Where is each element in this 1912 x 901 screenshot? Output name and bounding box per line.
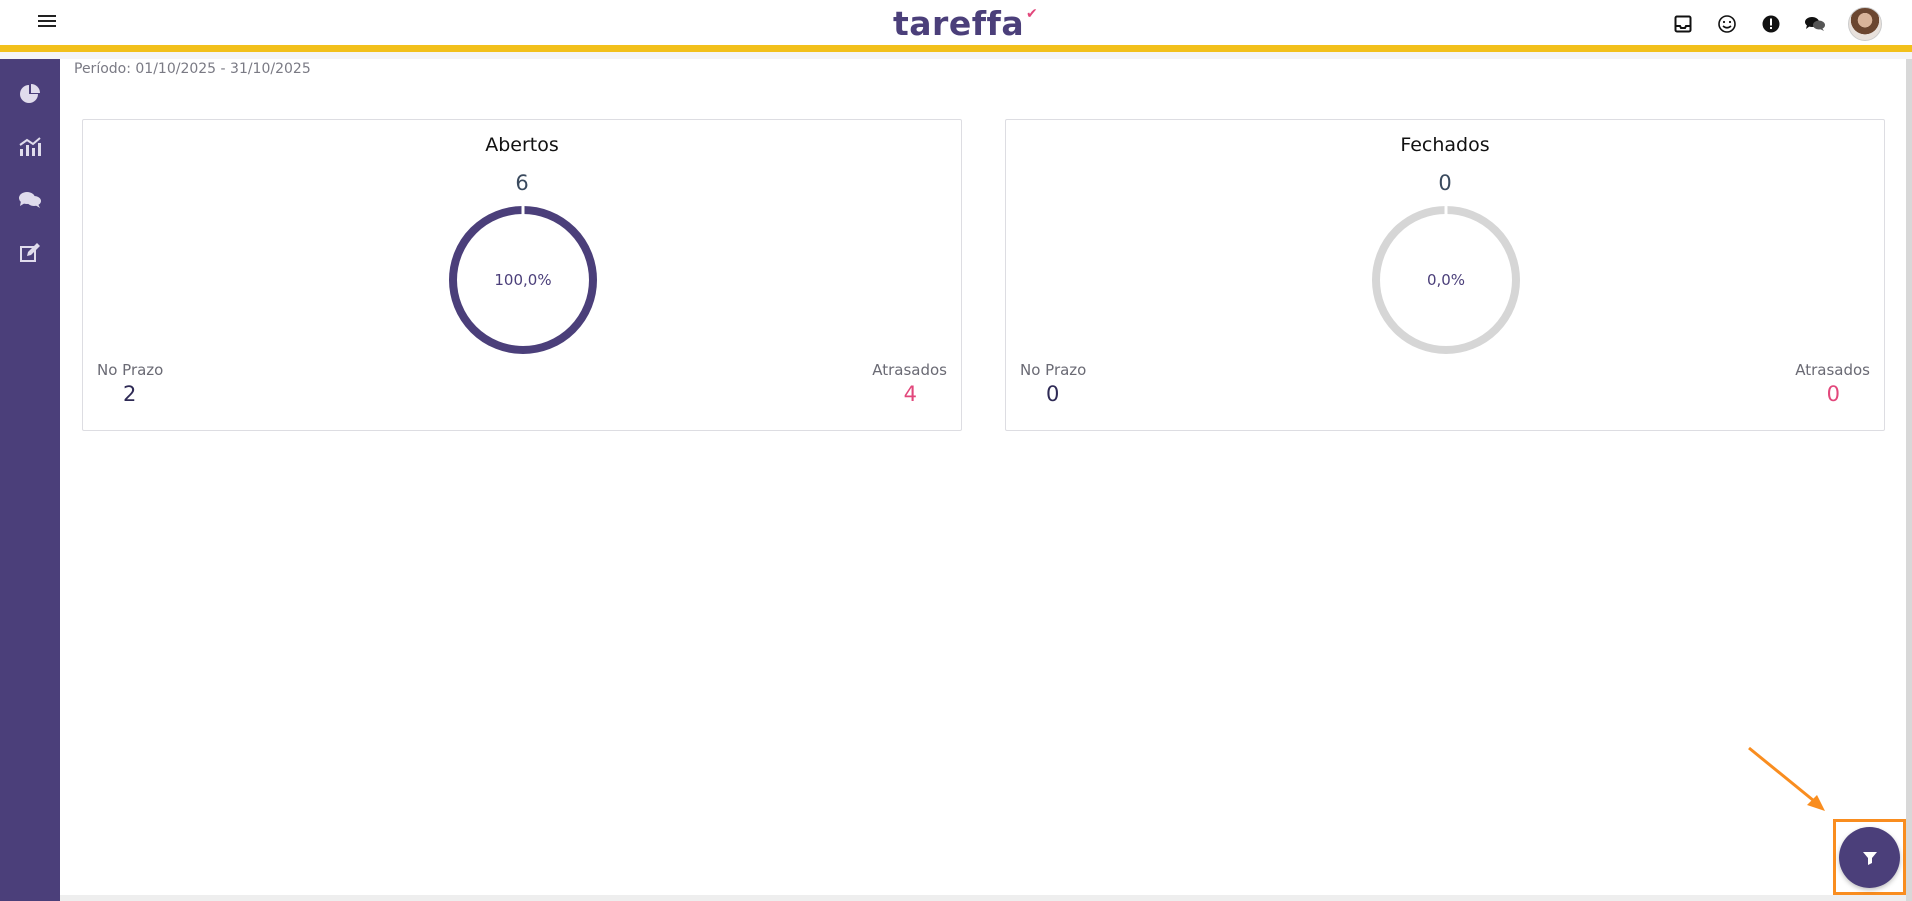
page-scrollbar[interactable] xyxy=(1906,59,1912,901)
late-value[interactable]: 0 xyxy=(1827,382,1840,406)
period-label: Período: 01/10/2025 - 31/10/2025 xyxy=(74,61,311,77)
card-total: 6 xyxy=(515,171,529,195)
user-avatar[interactable] xyxy=(1848,7,1882,41)
top-bar: tareffa ✔ xyxy=(0,0,1912,52)
filter-icon xyxy=(1862,851,1877,865)
smile-icon[interactable] xyxy=(1716,13,1738,35)
donut-percent: 0,0% xyxy=(1426,271,1466,289)
tareffa-logo[interactable]: tareffa ✔ xyxy=(893,4,1038,43)
chat-bubbles-icon xyxy=(19,191,41,208)
card-title: Fechados xyxy=(1400,134,1490,156)
chat-icon[interactable] xyxy=(1804,13,1826,35)
card-title: Abertos xyxy=(485,134,559,156)
pie-chart-icon xyxy=(20,83,40,103)
card-abertos: Abertos 6 100,0% No Prazo 2 Atrasados 4 xyxy=(82,119,962,431)
late-label: Atrasados xyxy=(1795,361,1870,379)
on-time-value[interactable]: 2 xyxy=(123,382,136,406)
logo-text: tareffa xyxy=(893,4,1025,43)
sidebar-item-messages[interactable] xyxy=(0,173,60,226)
inbox-icon[interactable] xyxy=(1672,13,1694,35)
sidebar-item-dashboard[interactable] xyxy=(0,67,60,120)
logo-check-icon: ✔ xyxy=(1025,6,1039,22)
on-time-label: No Prazo xyxy=(1020,361,1087,379)
sidebar-item-edit[interactable] xyxy=(0,226,60,279)
donut-percent: 100,0% xyxy=(494,271,552,289)
on-time-value[interactable]: 0 xyxy=(1046,382,1059,406)
card-fechados: Fechados 0 0,0% No Prazo 0 Atrasados 0 xyxy=(1005,119,1885,431)
edit-icon xyxy=(20,242,40,262)
header-actions xyxy=(1672,6,1882,42)
sidebar-item-reports[interactable] xyxy=(0,120,60,173)
bar-chart-icon xyxy=(19,136,41,156)
filter-button[interactable] xyxy=(1839,827,1900,888)
late-label: Atrasados xyxy=(872,361,947,379)
hamburger-menu-icon[interactable] xyxy=(34,12,60,32)
bottom-strip xyxy=(60,895,1906,901)
annotation-arrow xyxy=(1748,746,1825,811)
sidebar xyxy=(0,59,60,901)
on-time-label: No Prazo xyxy=(97,361,164,379)
alert-icon[interactable] xyxy=(1760,13,1782,35)
main-content: Período: 01/10/2025 - 31/10/2025 Abertos… xyxy=(60,59,1906,895)
late-value[interactable]: 4 xyxy=(904,382,917,406)
card-total: 0 xyxy=(1438,171,1452,195)
